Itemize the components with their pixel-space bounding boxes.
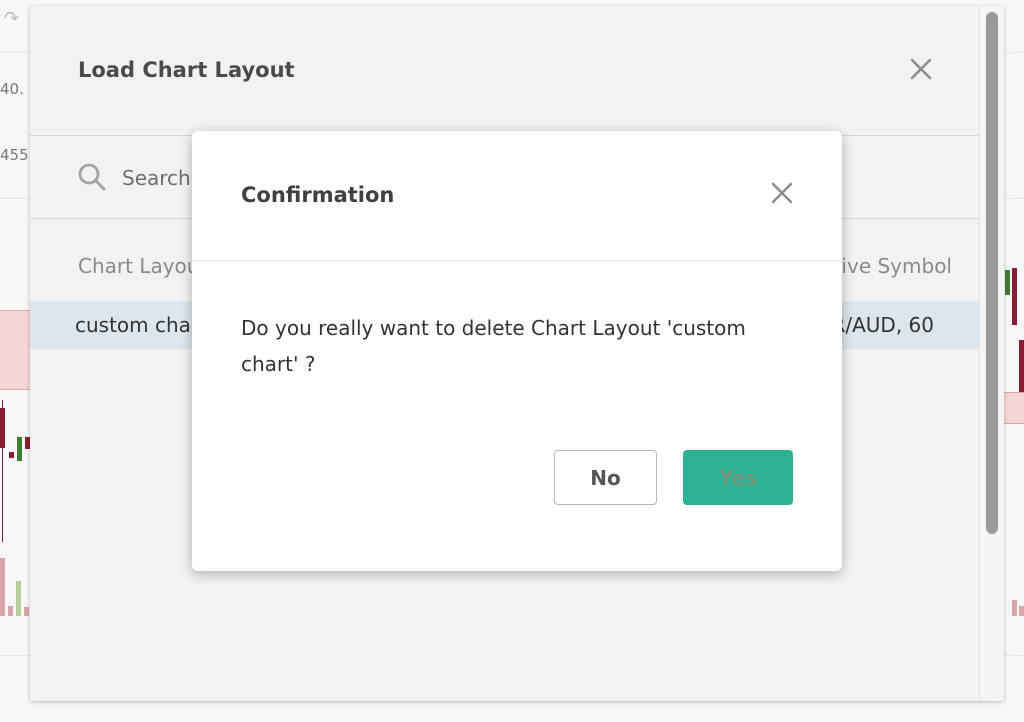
- load-dialog-title: Load Chart Layout: [78, 58, 295, 82]
- load-dialog-header: Load Chart Layout: [30, 6, 980, 136]
- redo-icon[interactable]: ↷: [4, 8, 19, 29]
- volume-bar: [1019, 606, 1024, 616]
- candle: [0, 408, 5, 448]
- volume-bar: [24, 607, 29, 616]
- confirmation-message: Do you really want to delete Chart Layou…: [241, 316, 746, 376]
- volume-bar: [8, 606, 13, 616]
- volume-bar: [0, 558, 5, 616]
- search-icon: [77, 162, 107, 192]
- confirmation-title: Confirmation: [241, 183, 395, 207]
- scrollbar[interactable]: [979, 6, 1004, 701]
- candle: [9, 452, 14, 458]
- layout-name: custom chart: [75, 313, 208, 337]
- indicator-band: [1004, 392, 1024, 424]
- indicator-band: [0, 310, 30, 390]
- candle: [17, 437, 22, 461]
- confirmation-header: Confirmation: [192, 131, 842, 261]
- price-label: 40.: [0, 80, 24, 98]
- candle: [1005, 270, 1010, 295]
- yes-button[interactable]: Yes: [683, 450, 793, 505]
- scrollbar-thumb[interactable]: [986, 12, 998, 534]
- volume-bar: [1012, 600, 1017, 616]
- candle: [1012, 268, 1017, 325]
- close-icon[interactable]: [770, 181, 794, 205]
- candle: [1019, 340, 1024, 392]
- close-icon[interactable]: [908, 56, 934, 82]
- volume-bar: [16, 581, 21, 616]
- confirmation-dialog: Confirmation Do you really want to delet…: [192, 131, 842, 571]
- price-label: 455: [0, 146, 29, 164]
- no-button[interactable]: No: [554, 450, 657, 505]
